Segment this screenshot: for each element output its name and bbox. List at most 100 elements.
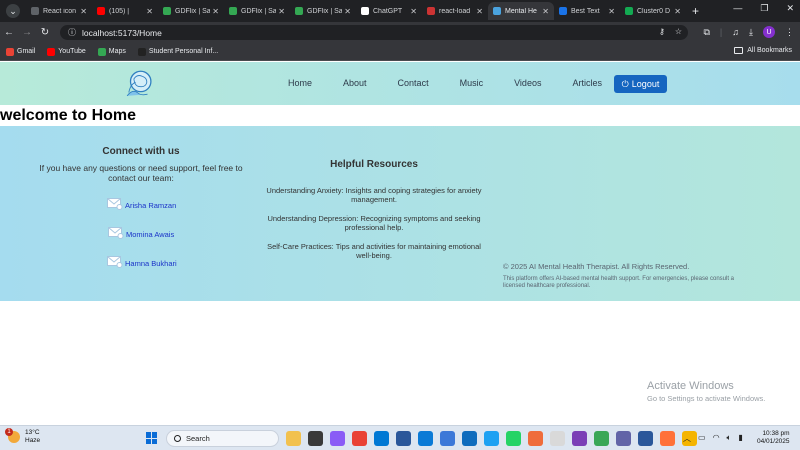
taskbar-search[interactable]: Search bbox=[166, 430, 279, 447]
contact-name[interactable]: Arisha Ramzan bbox=[125, 201, 176, 210]
volume-icon[interactable]: 🔈︎ bbox=[727, 433, 732, 444]
browser-tab[interactable]: GDFlix | Sa ✕ bbox=[290, 2, 356, 20]
tab-close-icon[interactable]: ✕ bbox=[212, 7, 219, 16]
taskbar-app-icon[interactable] bbox=[286, 431, 301, 446]
new-tab-button[interactable]: + bbox=[692, 4, 699, 18]
nav-link-about[interactable]: About bbox=[343, 78, 367, 88]
extensions-icon[interactable]: ⧉ bbox=[703, 27, 709, 38]
contact-item[interactable]: Momina Awais bbox=[108, 227, 174, 239]
forward-icon[interactable]: → bbox=[18, 27, 36, 38]
bookmark-item[interactable]: Gmail bbox=[6, 47, 36, 56]
contact-name[interactable]: Momina Awais bbox=[126, 230, 174, 239]
bookmark-label: Gmail bbox=[17, 48, 36, 55]
taskbar-app-icon[interactable] bbox=[638, 431, 653, 446]
taskbar-app-icon[interactable] bbox=[594, 431, 609, 446]
browser-tab[interactable]: Mental He ✕ bbox=[488, 2, 554, 20]
tab-close-icon[interactable]: ✕ bbox=[674, 7, 681, 16]
tab-close-icon[interactable]: ✕ bbox=[608, 7, 615, 16]
activate-title: Activate Windows bbox=[647, 380, 734, 392]
taskbar-app-icon[interactable] bbox=[550, 431, 565, 446]
taskbar-app-icon[interactable] bbox=[462, 431, 477, 446]
taskbar-app-icon[interactable] bbox=[660, 431, 675, 446]
browser-tab[interactable]: ChatGPT ✕ bbox=[356, 2, 422, 20]
taskbar-app-icon[interactable] bbox=[352, 431, 367, 446]
download-icon[interactable]: ⤓ bbox=[749, 27, 753, 38]
taskbar-app-icon[interactable] bbox=[440, 431, 455, 446]
logout-button[interactable]: ⏻ Logout bbox=[614, 75, 667, 93]
browser-tab[interactable]: react-load ✕ bbox=[422, 2, 488, 20]
wifi-icon[interactable]: ◠ bbox=[713, 433, 720, 444]
all-bookmarks-button[interactable]: All Bookmarks bbox=[734, 47, 792, 54]
brain-logo-icon[interactable] bbox=[122, 67, 156, 101]
folder-icon bbox=[734, 47, 744, 54]
bookmarks-bar: Gmail YouTube Maps Student Personal Inf... … bbox=[0, 43, 800, 61]
battery-icon[interactable]: ▮ bbox=[738, 433, 742, 444]
minimize-icon[interactable]: — bbox=[733, 3, 742, 14]
taskbar-app-icon[interactable] bbox=[506, 431, 521, 446]
tab-close-icon[interactable]: ✕ bbox=[80, 7, 87, 16]
bookmark-item[interactable]: Maps bbox=[97, 47, 126, 56]
tab-search-icon[interactable]: ⌄ bbox=[6, 4, 20, 18]
taskbar-app-icon[interactable] bbox=[374, 431, 389, 446]
url-bar[interactable]: ⓘ localhost:5173/Home ⚷ ☆ bbox=[60, 25, 688, 40]
tab-close-icon[interactable]: ✕ bbox=[476, 7, 483, 16]
tray-chevron-icon[interactable]: ︿ bbox=[683, 433, 691, 444]
browser-tab[interactable]: Best Text ✕ bbox=[554, 2, 620, 20]
tab-close-icon[interactable]: ✕ bbox=[344, 7, 351, 16]
taskbar-app-icon[interactable] bbox=[418, 431, 433, 446]
tab-title: Cluster0 D bbox=[637, 7, 671, 15]
taskbar-app-icon[interactable] bbox=[396, 431, 411, 446]
media-controls-icon[interactable]: ♫ bbox=[732, 27, 739, 37]
browser-tab[interactable]: React icon ✕ bbox=[26, 2, 92, 20]
taskbar-app-icon[interactable] bbox=[572, 431, 587, 446]
site-footer: Connect with us If you have any question… bbox=[0, 126, 800, 301]
system-tray: ︿ ▭ ◠ 🔈︎ ▮ bbox=[683, 433, 743, 444]
tab-favicon-icon bbox=[97, 7, 105, 15]
connect-section: Connect with us If you have any question… bbox=[36, 146, 246, 183]
bookmark-item[interactable]: YouTube bbox=[47, 47, 86, 56]
display-icon[interactable]: ▭ bbox=[698, 433, 706, 444]
taskbar-app-icon[interactable] bbox=[330, 431, 345, 446]
tab-close-icon[interactable]: ✕ bbox=[542, 7, 549, 16]
site-info-icon[interactable]: ⓘ bbox=[68, 27, 76, 38]
taskbar-app-icon[interactable] bbox=[484, 431, 499, 446]
bookmark-item[interactable]: Student Personal Inf... bbox=[137, 47, 218, 56]
windows-start-icon[interactable] bbox=[146, 432, 158, 444]
bookmark-star-icon[interactable]: ☆ bbox=[675, 27, 682, 36]
browser-tab[interactable]: (105) | ✕ bbox=[92, 2, 158, 20]
taskbar-app-icon[interactable] bbox=[528, 431, 543, 446]
taskbar-app-icon[interactable] bbox=[308, 431, 323, 446]
close-window-icon[interactable]: ✕ bbox=[786, 3, 794, 14]
browser-tab[interactable]: GDFlix | Sa ✕ bbox=[224, 2, 290, 20]
tab-favicon-icon bbox=[559, 7, 567, 15]
restore-icon[interactable]: ❐ bbox=[760, 3, 768, 14]
contact-item[interactable]: Hamna Bukhari bbox=[107, 256, 177, 268]
password-key-icon[interactable]: ⚷ bbox=[659, 27, 665, 36]
activate-subtitle: Go to Settings to activate Windows. bbox=[647, 394, 766, 403]
tab-title: react-load bbox=[439, 7, 471, 15]
resource-item: Understanding Anxiety: Insights and copi… bbox=[266, 186, 482, 204]
browser-tab[interactable]: GDFlix | Sa ✕ bbox=[158, 2, 224, 20]
reload-icon[interactable]: ↻ bbox=[36, 27, 54, 38]
search-icon bbox=[174, 435, 181, 442]
contact-item[interactable]: Arisha Ramzan bbox=[107, 198, 176, 210]
taskbar-app-icon[interactable] bbox=[616, 431, 631, 446]
nav-link-contact[interactable]: Contact bbox=[398, 78, 429, 88]
browser-tab[interactable]: Cluster0 D ✕ bbox=[620, 2, 686, 20]
tab-close-icon[interactable]: ✕ bbox=[146, 7, 153, 16]
tab-close-icon[interactable]: ✕ bbox=[410, 7, 417, 16]
taskbar-clock[interactable]: 10:38 pm 04/01/2025 bbox=[757, 430, 790, 446]
weather-widget[interactable]: 1 13°C Haze bbox=[5, 428, 40, 445]
address-toolbar: ← → ↻ ⓘ localhost:5173/Home ⚷ ☆ ⧉ | ♫ ⤓ … bbox=[0, 22, 800, 43]
bookmark-label: YouTube bbox=[58, 48, 86, 55]
nav-link-home[interactable]: Home bbox=[288, 78, 312, 88]
tab-close-icon[interactable]: ✕ bbox=[278, 7, 285, 16]
profile-avatar[interactable]: U bbox=[763, 26, 775, 38]
nav-link-music[interactable]: Music bbox=[460, 78, 484, 88]
contact-name[interactable]: Hamna Bukhari bbox=[125, 259, 177, 268]
nav-link-articles[interactable]: Articles bbox=[572, 78, 602, 88]
chrome-menu-icon[interactable]: ⋮ bbox=[785, 27, 794, 38]
nav-link-videos[interactable]: Videos bbox=[514, 78, 541, 88]
back-icon[interactable]: ← bbox=[0, 27, 18, 38]
bookmark-favicon-icon bbox=[97, 47, 106, 56]
